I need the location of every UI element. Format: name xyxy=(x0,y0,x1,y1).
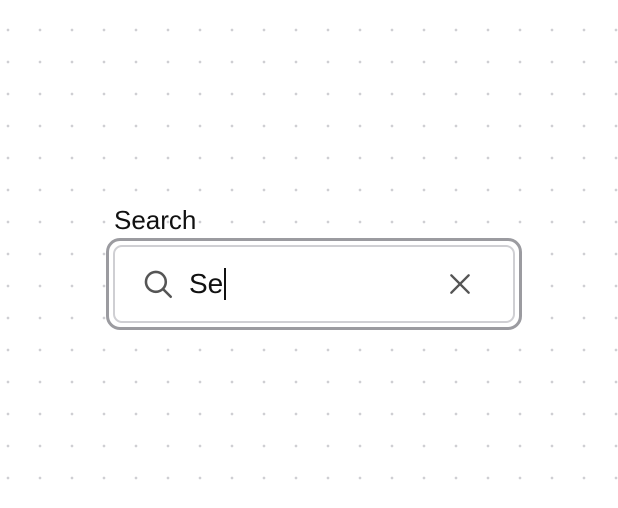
close-icon xyxy=(450,274,470,294)
search-icon xyxy=(144,270,173,299)
clear-button[interactable] xyxy=(443,267,477,301)
search-focus-ring: Se xyxy=(106,238,522,330)
search-input-value: Se xyxy=(189,268,224,299)
search-input-value-container[interactable]: Se xyxy=(189,264,443,304)
text-caret xyxy=(224,268,227,300)
search-input[interactable]: Se xyxy=(113,245,515,323)
search-field: Search Se xyxy=(106,204,522,330)
search-label: Search xyxy=(114,205,197,235)
